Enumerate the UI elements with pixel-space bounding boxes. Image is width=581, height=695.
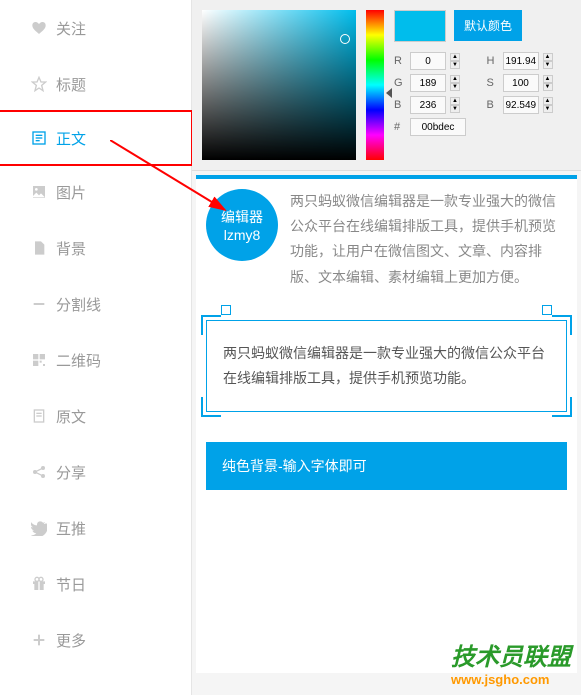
hue-indicator [386,88,392,98]
corner-decoration [552,397,572,417]
share-icon [30,463,48,481]
spinner[interactable]: ▲▼ [450,75,460,91]
block3-text: 纯色背景-输入字体即可 [222,458,367,474]
nav-label: 背景 [56,238,86,259]
hex-input[interactable] [410,118,466,136]
block2-text: 两只蚂蚁微信编辑器是一款专业强大的微信公众平台在线编辑排版工具，提供手机预览功能… [223,345,545,386]
template-block-circle[interactable]: 编辑器 lzmy8 两只蚂蚁微信编辑器是一款专业强大的微信公众平台在线编辑排版工… [206,189,567,290]
qr-icon [30,351,48,369]
color-preview [394,10,446,42]
circle-line2: lzmy8 [224,227,261,243]
nav-promote[interactable]: 互推 [0,500,191,556]
circle-badge: 编辑器 lzmy8 [206,189,278,261]
input-g: G▲▼ [394,74,479,92]
spinner[interactable]: ▲▼ [450,97,460,113]
watermark: 技术员联盟 www.jsgho.com [451,637,571,687]
plus-icon [30,631,48,649]
color-controls: 默认颜色 R▲▼ H▲▼ G▲▼ S▲▼ B▲▼ B▲▼ # [394,10,571,160]
nav-label: 互推 [56,518,86,539]
template-block-solid[interactable]: 纯色背景-输入字体即可 [206,442,567,490]
nav-label: 二维码 [56,350,101,371]
br-input[interactable] [503,96,539,114]
content-preview: 编辑器 lzmy8 两只蚂蚁微信编辑器是一款专业强大的微信公众平台在线编辑排版工… [196,175,577,673]
gift-icon [30,575,48,593]
nav-label: 分割线 [56,294,101,315]
nav-festival[interactable]: 节日 [0,556,191,612]
nav-original[interactable]: 原文 [0,388,191,444]
nav-divider[interactable]: 分割线 [0,276,191,332]
input-br: B▲▼ [487,96,572,114]
input-r: R▲▼ [394,52,479,70]
r-input[interactable] [410,52,446,70]
watermark-url: www.jsgho.com [451,672,571,687]
color-cursor[interactable] [340,34,350,44]
nav-follow[interactable]: 关注 [0,0,191,56]
nav-more[interactable]: 更多 [0,612,191,668]
nav-image[interactable]: 图片 [0,164,191,220]
nav-label: 节日 [56,574,86,595]
nav-label: 分享 [56,462,86,483]
nav-label: 关注 [56,18,86,39]
nav-body[interactable]: 正文 [0,110,193,166]
template-block-frame[interactable]: 两只蚂蚁微信编辑器是一款专业强大的微信公众平台在线编辑排版工具，提供手机预览功能… [206,320,567,412]
corner-decoration [201,315,221,335]
nav-label: 正文 [56,128,86,149]
input-s: S▲▼ [487,74,572,92]
spinner[interactable]: ▲▼ [543,53,553,69]
main-panel: 默认颜色 R▲▼ H▲▼ G▲▼ S▲▼ B▲▼ B▲▼ # 编辑器 lzmy8… [192,0,581,695]
spinner[interactable]: ▲▼ [543,97,553,113]
corner-decoration [552,315,572,335]
twitter-icon [30,519,48,537]
text-icon [30,129,48,147]
color-saturation-area[interactable] [202,10,356,160]
b-input[interactable] [410,96,446,114]
image-icon [30,183,48,201]
input-hex: # [394,118,571,136]
input-h: H▲▼ [487,52,572,70]
nav-background[interactable]: 背景 [0,220,191,276]
file-icon [30,239,48,257]
default-color-button[interactable]: 默认颜色 [454,10,522,41]
s-input[interactable] [503,74,539,92]
sidebar: 关注 标题 正文 图片 背景 分割线 二维码 原文 分享 互推 节日 [0,0,192,695]
nav-label: 标题 [56,74,86,95]
watermark-logo: 技术员联盟 [451,637,571,672]
nav-label: 原文 [56,406,86,427]
input-b: B▲▼ [394,96,479,114]
g-input[interactable] [410,74,446,92]
nav-label: 图片 [56,182,86,203]
nav-title[interactable]: 标题 [0,56,191,112]
spinner[interactable]: ▲▼ [543,75,553,91]
spinner[interactable]: ▲▼ [450,53,460,69]
star-icon [30,75,48,93]
corner-decoration [201,397,221,417]
h-input[interactable] [503,52,539,70]
hue-slider[interactable] [366,10,384,160]
color-picker: 默认颜色 R▲▼ H▲▼ G▲▼ S▲▼ B▲▼ B▲▼ # [192,0,581,171]
nav-label: 更多 [56,630,86,651]
minus-icon [30,295,48,313]
nav-share[interactable]: 分享 [0,444,191,500]
nav-qrcode[interactable]: 二维码 [0,332,191,388]
doc-icon [30,407,48,425]
heart-icon [30,19,48,37]
circle-line1: 编辑器 [221,207,263,227]
